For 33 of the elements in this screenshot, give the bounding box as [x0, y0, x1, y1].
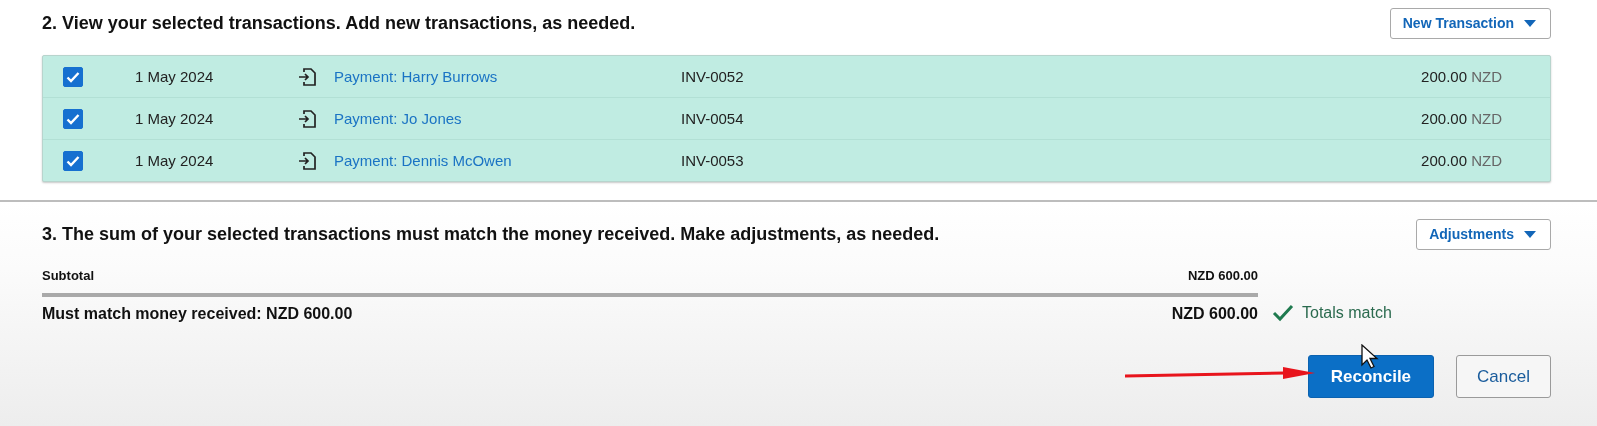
- must-match-label: Must match money received: NZD 600.00: [42, 305, 353, 323]
- document-arrow-icon: [298, 150, 317, 171]
- section-heading: 3. The sum of your selected transactions must match the money received. Make adjustments, as needed.: [42, 223, 940, 245]
- amount-cell-text: 200.00 NZD: [1420, 110, 1502, 127]
- date-cell-text: 1 May 2024: [135, 68, 215, 85]
- checkbox[interactable]: [63, 150, 83, 171]
- payment-link[interactable]: Payment: Dennis McOwen: [334, 151, 512, 169]
- amount-cell-text: 200.00 NZD: [1420, 152, 1502, 169]
- adjustments-button[interactable]: Adjustments: [1416, 218, 1551, 250]
- reference-cell-text: INV-0052: [681, 68, 745, 85]
- checkbox[interactable]: [63, 108, 83, 129]
- subtotal-label: Subtotal: [42, 268, 94, 283]
- caret-icon: [1524, 19, 1536, 27]
- reference-cell-text: INV-0054: [681, 110, 745, 127]
- annotation-arrow-icon: [1125, 366, 1315, 382]
- subtotal-value: NZD 600.00: [1187, 268, 1258, 283]
- date-cell-text: 1 May 2024: [135, 110, 215, 127]
- date-cell-text: 1 May 2024: [135, 152, 215, 169]
- reconcile-button[interactable]: Reconcile: [1307, 355, 1435, 398]
- caret-icon: [1524, 230, 1536, 238]
- document-arrow-icon: [298, 108, 317, 129]
- amount-cell-text: 200.00 NZD: [1420, 68, 1502, 85]
- section-heading: 2. View your selected transactions. Add new transactions, as needed.: [42, 12, 636, 34]
- reference-cell-text: INV-0053: [681, 152, 745, 169]
- checkbox[interactable]: [63, 66, 83, 87]
- cancel-button[interactable]: Cancel: [1456, 355, 1551, 398]
- new-transaction-button[interactable]: New Transaction: [1389, 7, 1551, 39]
- payment-link[interactable]: Payment: Harry Burrows: [334, 67, 498, 85]
- payment-link[interactable]: Payment: Jo Jones: [334, 109, 462, 127]
- total-value: NZD 600.00: [1171, 305, 1258, 323]
- document-arrow-icon: [298, 66, 317, 87]
- totals-status: Totals match: [1302, 303, 1392, 322]
- mouse-cursor-icon: [1361, 344, 1379, 370]
